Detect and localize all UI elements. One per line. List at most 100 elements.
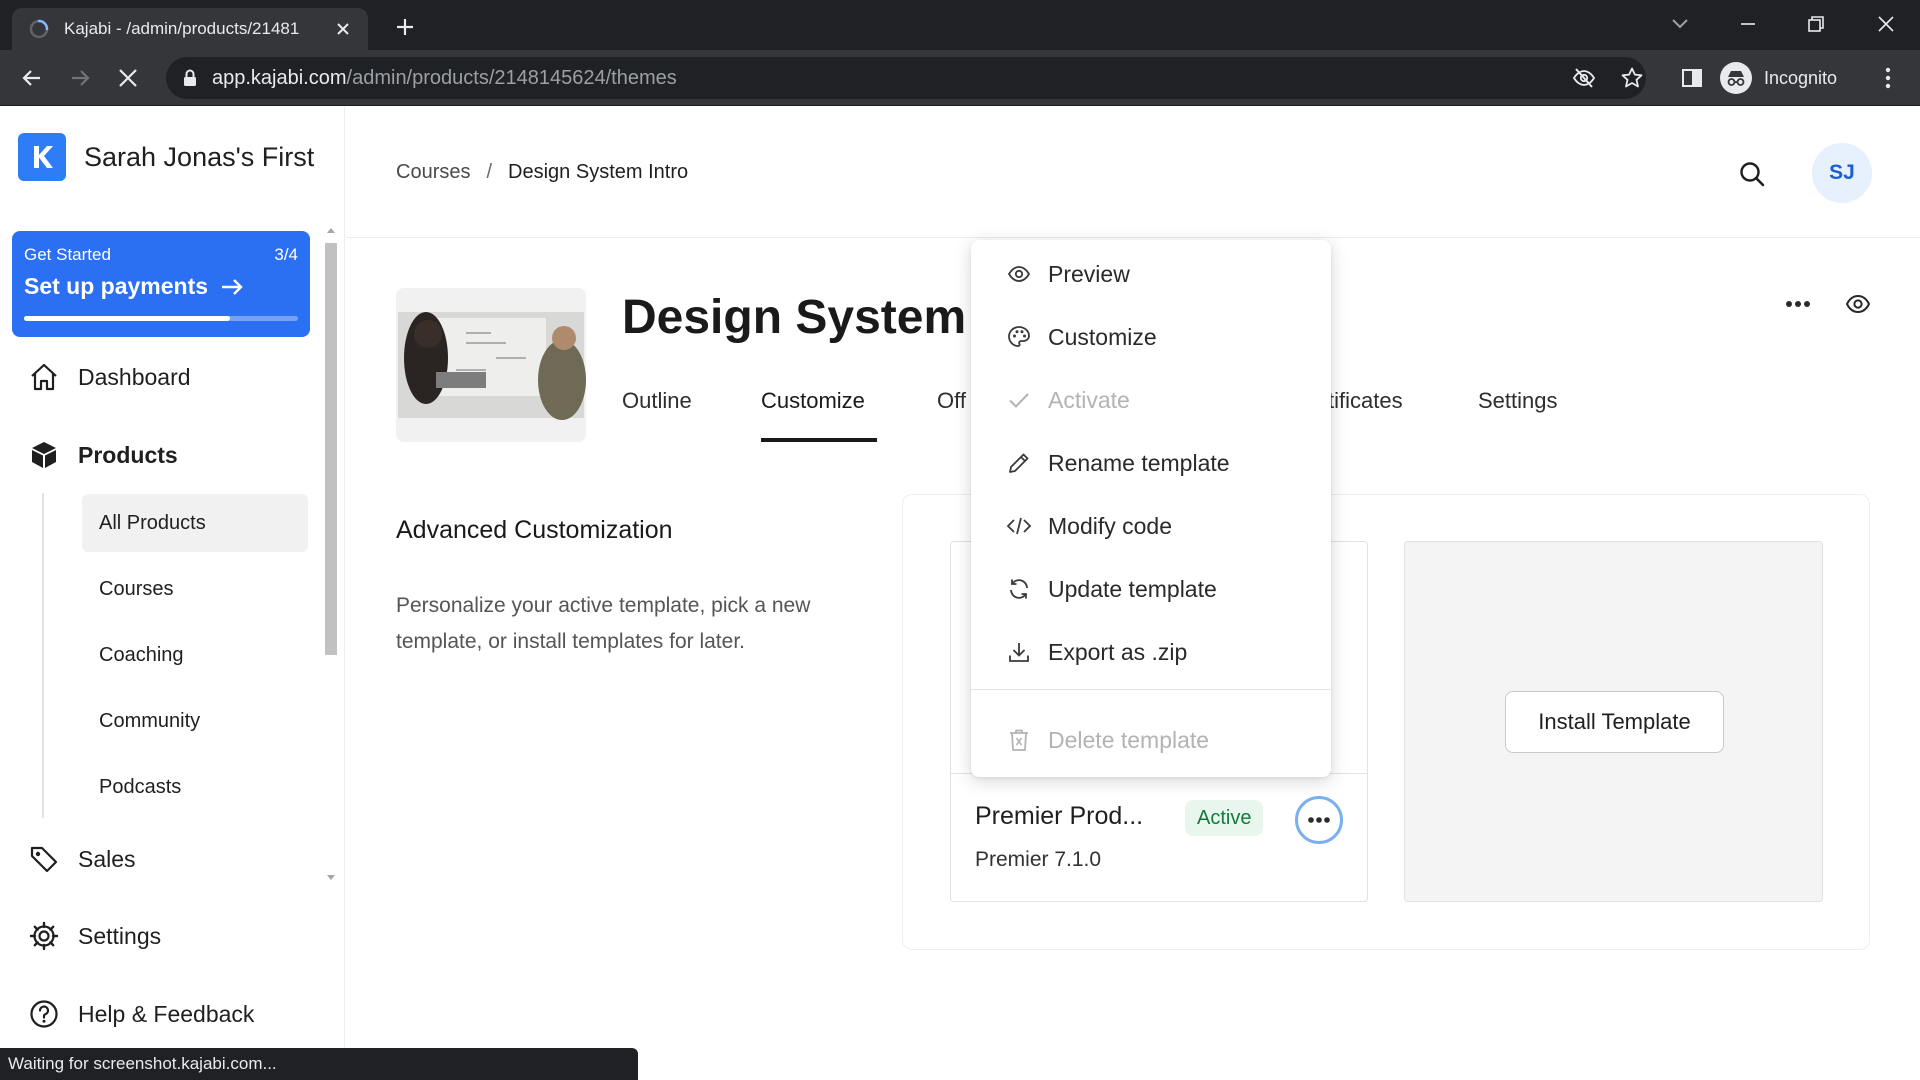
nav-sales-label: Sales <box>78 845 136 872</box>
menu-item-customize[interactable]: Customize <box>971 311 1331 363</box>
section-description: Personalize your active template, pick a… <box>396 594 811 653</box>
section-title: Advanced Customization <box>396 516 673 544</box>
menu-item-export-zip[interactable]: Export as .zip <box>971 626 1331 678</box>
url-text: app.kajabi.com/admin/products/2148145624… <box>212 66 677 89</box>
restore-icon[interactable] <box>1794 6 1838 42</box>
gear-icon <box>28 920 60 952</box>
sidebar-scroll-thumb[interactable] <box>325 243 337 655</box>
incognito-indicator[interactable]: Incognito <box>1720 60 1837 96</box>
breadcrumb-current: Design System Intro <box>508 161 689 183</box>
product-thumbnail <box>396 288 586 442</box>
install-template-card: Install Template <box>1404 541 1823 902</box>
forward-arrow-icon[interactable] <box>62 60 98 96</box>
eye-icon <box>1006 261 1032 287</box>
template-card-footer: Premier Prod... Active Premier 7.1.0 <box>951 773 1367 901</box>
menu-item-label: Activate <box>1048 386 1130 413</box>
active-tab-indicator <box>761 438 877 442</box>
page-title: Design System Intro <box>622 291 972 344</box>
kajabi-logo-icon <box>18 133 66 181</box>
tab-outline[interactable]: Outline <box>622 388 692 414</box>
get-started-progress-text: 3/4 <box>274 245 298 264</box>
nav-products[interactable]: Products <box>28 439 178 471</box>
get-started-label: Get Started <box>24 245 111 264</box>
template-options-menu: Preview Customize Activate Rename templa… <box>971 240 1331 777</box>
menu-item-label: Preview <box>1048 260 1130 287</box>
get-started-card[interactable]: Get Started 3/4 Set up payments <box>12 231 310 337</box>
menu-item-label: Update template <box>1048 575 1217 602</box>
main-header: Courses / Design System Intro SJ <box>346 107 1920 238</box>
arrow-right-icon <box>220 277 244 297</box>
browser-toolbar: app.kajabi.com/admin/products/2148145624… <box>0 50 1920 106</box>
sidebar-item-podcasts[interactable]: Podcasts <box>82 758 308 816</box>
nav-dashboard-label: Dashboard <box>78 363 191 390</box>
brand[interactable]: Sarah Jonas's First <box>18 133 314 181</box>
nav-sales[interactable]: Sales <box>28 843 136 875</box>
more-options-icon[interactable] <box>1780 286 1816 322</box>
nav-dashboard[interactable]: Dashboard <box>28 361 191 393</box>
loading-spinner-icon <box>28 18 50 40</box>
nav-help-feedback[interactable]: Help & Feedback <box>28 998 254 1030</box>
refresh-icon <box>1006 576 1032 602</box>
get-started-progress-bar <box>24 316 298 321</box>
ellipsis-icon <box>1307 816 1331 824</box>
nav-settings[interactable]: Settings <box>28 920 161 952</box>
menu-item-label: Export as .zip <box>1048 638 1188 665</box>
nav-settings-label: Settings <box>78 922 162 949</box>
menu-item-preview[interactable]: Preview <box>971 248 1331 300</box>
nav-help-label: Help & Feedback <box>78 1000 255 1027</box>
avatar[interactable]: SJ <box>1812 143 1872 203</box>
template-more-options-button[interactable] <box>1295 796 1343 844</box>
lock-icon <box>182 68 198 88</box>
menu-item-modify-code[interactable]: Modify code <box>971 500 1331 552</box>
menu-divider <box>971 689 1331 690</box>
incognito-icon <box>1720 62 1752 94</box>
minimize-icon[interactable] <box>1726 6 1770 42</box>
download-icon <box>1006 639 1032 665</box>
sidebar: Sarah Jonas's First Get Started 3/4 Set … <box>0 107 345 1080</box>
browser-status-bar: Waiting for screenshot.kajabi.com... <box>0 1048 638 1080</box>
back-arrow-icon[interactable] <box>14 60 50 96</box>
install-template-button[interactable]: Install Template <box>1505 691 1724 753</box>
tab-customize[interactable]: Customize <box>761 388 865 414</box>
menu-item-label: Delete template <box>1048 726 1210 753</box>
new-tab-icon[interactable] <box>390 12 420 42</box>
search-icon[interactable] <box>1733 155 1771 193</box>
menu-item-update-template[interactable]: Update template <box>971 563 1331 615</box>
tab-certificates[interactable]: tificates <box>1328 388 1403 414</box>
home-icon <box>28 361 60 393</box>
products-submenu-line <box>42 493 44 818</box>
sidebar-scrollbar[interactable] <box>324 223 338 883</box>
tracking-protection-eye-off-icon[interactable] <box>1572 66 1596 90</box>
menu-item-label: Rename template <box>1048 449 1230 476</box>
breadcrumb: Courses / Design System Intro <box>396 161 688 184</box>
pencil-icon <box>1006 450 1032 476</box>
menu-item-rename-template[interactable]: Rename template <box>971 437 1331 489</box>
address-bar[interactable]: app.kajabi.com/admin/products/2148145624… <box>166 57 1646 99</box>
menu-item-label: Modify code <box>1048 512 1173 539</box>
sidebar-item-all-products[interactable]: All Products <box>82 494 308 552</box>
sidebar-item-courses[interactable]: Courses <box>82 560 308 618</box>
close-window-icon[interactable] <box>1864 6 1908 42</box>
preview-eye-icon[interactable] <box>1840 286 1876 322</box>
stop-loading-icon[interactable] <box>110 60 146 96</box>
side-panel-icon[interactable] <box>1674 60 1710 96</box>
status-badge: Active <box>1185 800 1264 836</box>
bookmark-star-icon[interactable] <box>1620 66 1644 90</box>
tab-close-icon[interactable] <box>330 16 356 42</box>
sidebar-item-community[interactable]: Community <box>82 692 308 750</box>
get-started-action: Set up payments <box>24 273 209 299</box>
menu-item-activate: Activate <box>971 374 1331 426</box>
browser-tab[interactable]: Kajabi - /admin/products/21481 <box>12 8 368 50</box>
browser-menu-kebab-icon[interactable] <box>1870 60 1906 96</box>
tab-settings[interactable]: Settings <box>1478 388 1558 414</box>
tab-search-chevron-icon[interactable] <box>1658 6 1702 42</box>
box-icon <box>28 439 60 471</box>
breadcrumb-courses[interactable]: Courses <box>396 161 470 184</box>
tab-title: Kajabi - /admin/products/21481 <box>64 19 300 38</box>
help-circle-icon <box>28 998 60 1030</box>
palette-icon <box>1006 324 1032 350</box>
menu-item-label: Customize <box>1048 323 1157 350</box>
menu-item-delete-template: Delete template <box>971 714 1331 766</box>
sidebar-item-coaching[interactable]: Coaching <box>82 626 308 684</box>
tab-offers[interactable]: Off <box>937 388 966 414</box>
